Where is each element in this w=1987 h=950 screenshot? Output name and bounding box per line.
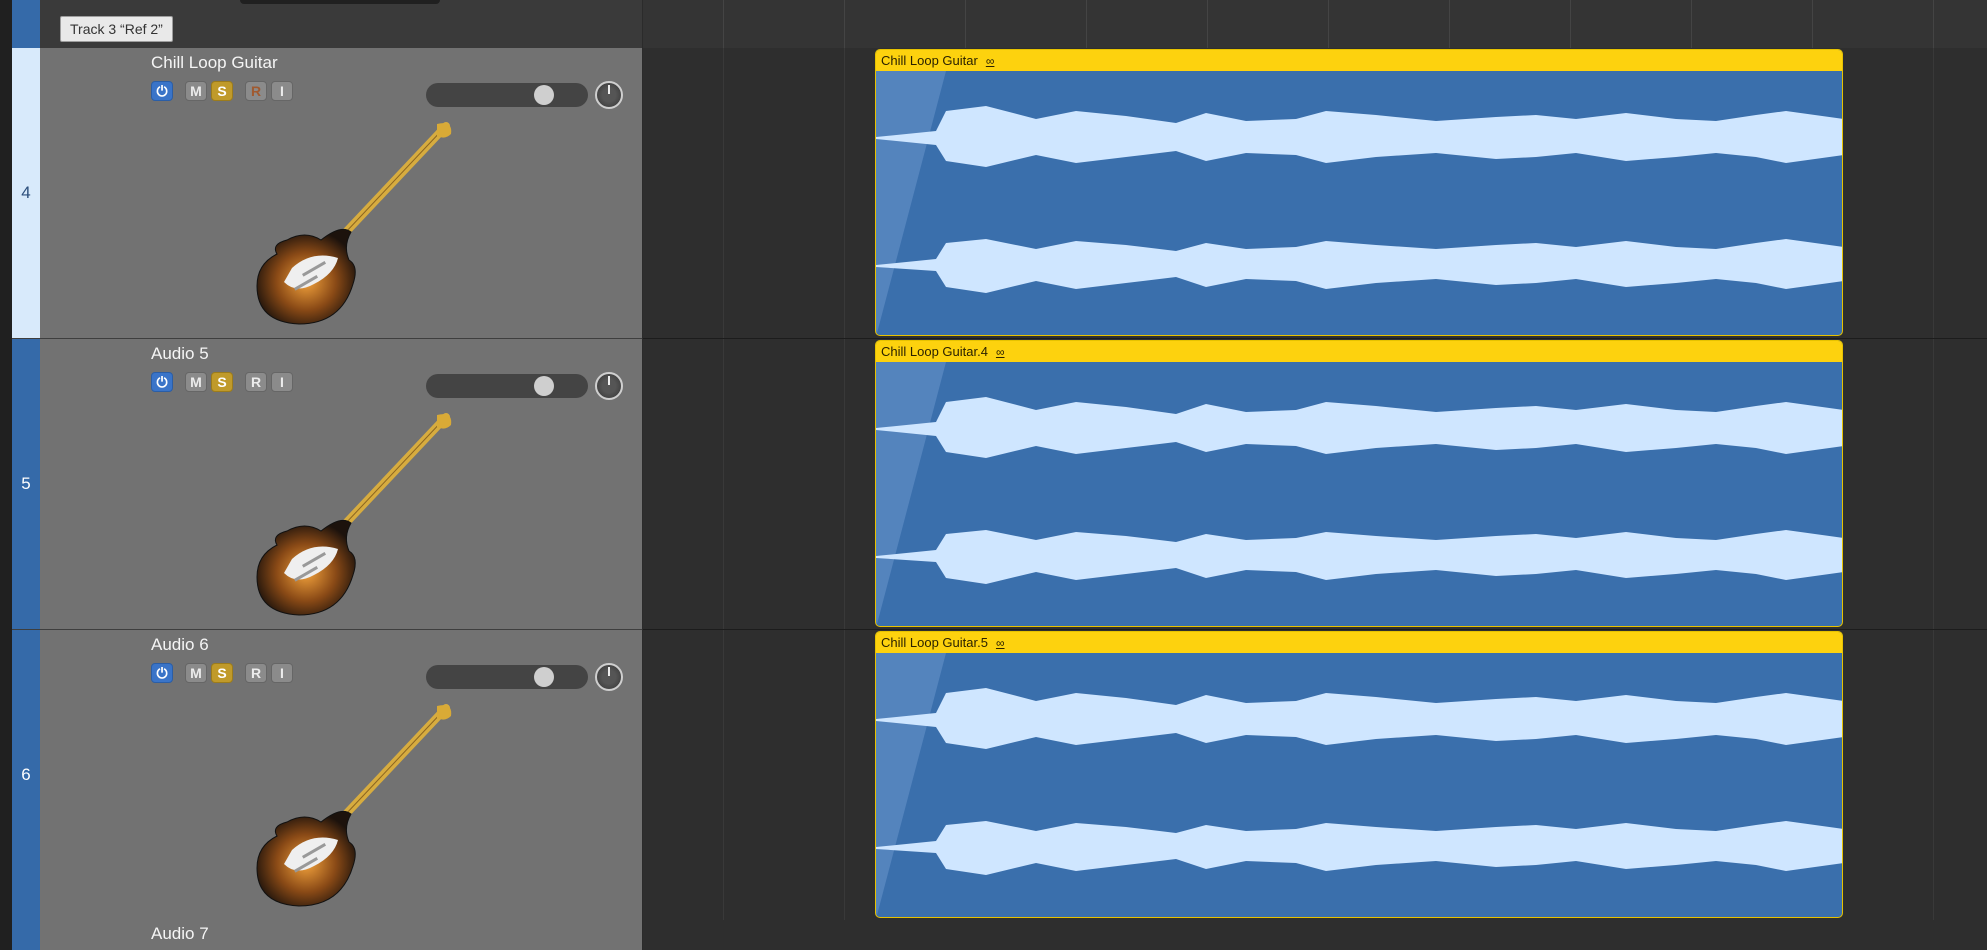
volume-slider-knob[interactable] [534,85,554,105]
track-name[interactable]: Audio 7 [151,924,209,944]
track-header-7[interactable]: Audio 7 [12,920,642,950]
region-name: Chill Loop Guitar.5 [881,635,988,650]
loop-icon: ∞ [985,54,995,68]
track-header-5[interactable]: 5 Audio 5 ⏻ M S R I [12,339,642,630]
region-name: Chill Loop Guitar [881,53,978,68]
record-enable-button[interactable]: R [245,663,267,683]
solo-button[interactable]: S [211,81,233,101]
region-header[interactable]: Chill Loop Guitar.4 ∞ [876,341,1842,362]
mute-button[interactable]: M [185,372,207,392]
pan-knob[interactable] [595,81,623,109]
loop-icon: ∞ [995,345,1005,359]
track-name[interactable]: Audio 6 [151,635,209,655]
track-tooltip: Track 3 “Ref 2” [60,16,173,42]
volume-slider[interactable] [426,374,588,398]
solo-button[interactable]: S [211,372,233,392]
record-enable-button[interactable]: R [245,81,267,101]
volume-slider-knob[interactable] [534,667,554,687]
audio-region[interactable]: Chill Loop Guitar.4 ∞ [875,340,1843,627]
power-icon: ⏻ [156,82,168,99]
region-header[interactable]: Chill Loop Guitar ∞ [876,50,1842,71]
electric-guitar-icon [256,122,452,325]
track-header-4[interactable]: 4 Chill Loop Guitar ⏻ M S R I [12,48,642,339]
left-edge-strip [0,0,12,950]
record-enable-button[interactable]: R [245,372,267,392]
input-monitor-button[interactable]: I [271,372,293,392]
volume-slider-knob[interactable] [534,376,554,396]
input-monitor-button[interactable]: I [271,663,293,683]
mute-button[interactable]: M [185,663,207,683]
toolbar-edge [240,0,440,4]
track-number[interactable]: 6 [12,630,40,920]
volume-slider[interactable] [426,665,588,689]
track-number[interactable]: 4 [12,48,40,338]
track-name[interactable]: Audio 5 [151,344,209,364]
track-number[interactable] [12,920,40,950]
volume-slider[interactable] [426,83,588,107]
electric-guitar-icon [256,413,452,616]
audio-region[interactable]: Chill Loop Guitar ∞ [875,49,1843,336]
loop-icon: ∞ [995,636,1005,650]
pan-knob[interactable] [595,663,623,691]
mute-button[interactable]: M [185,81,207,101]
audio-region[interactable]: Chill Loop Guitar.5 ∞ [875,631,1843,918]
audio-waveform [876,362,1842,626]
track-number-3 [12,0,40,48]
input-monitor-button[interactable]: I [271,81,293,101]
region-header[interactable]: Chill Loop Guitar.5 ∞ [876,632,1842,653]
solo-button[interactable]: S [211,663,233,683]
audio-waveform [876,71,1842,335]
audio-waveform [876,653,1842,917]
pan-knob[interactable] [595,372,623,400]
track-lane-7[interactable] [643,920,1987,950]
track-name[interactable]: Chill Loop Guitar [151,53,278,73]
track-header-6[interactable]: 6 Audio 6 ⏻ M S R I [12,630,642,921]
track-on-off-button[interactable]: ⏻ [151,663,173,683]
electric-guitar-icon [256,704,452,907]
timeline-ruler[interactable] [643,0,1987,49]
power-icon: ⏻ [156,373,168,390]
track-on-off-button[interactable]: ⏻ [151,81,173,101]
track-on-off-button[interactable]: ⏻ [151,372,173,392]
region-name: Chill Loop Guitar.4 [881,344,988,359]
power-icon: ⏻ [156,664,168,681]
track-number[interactable]: 5 [12,339,40,629]
